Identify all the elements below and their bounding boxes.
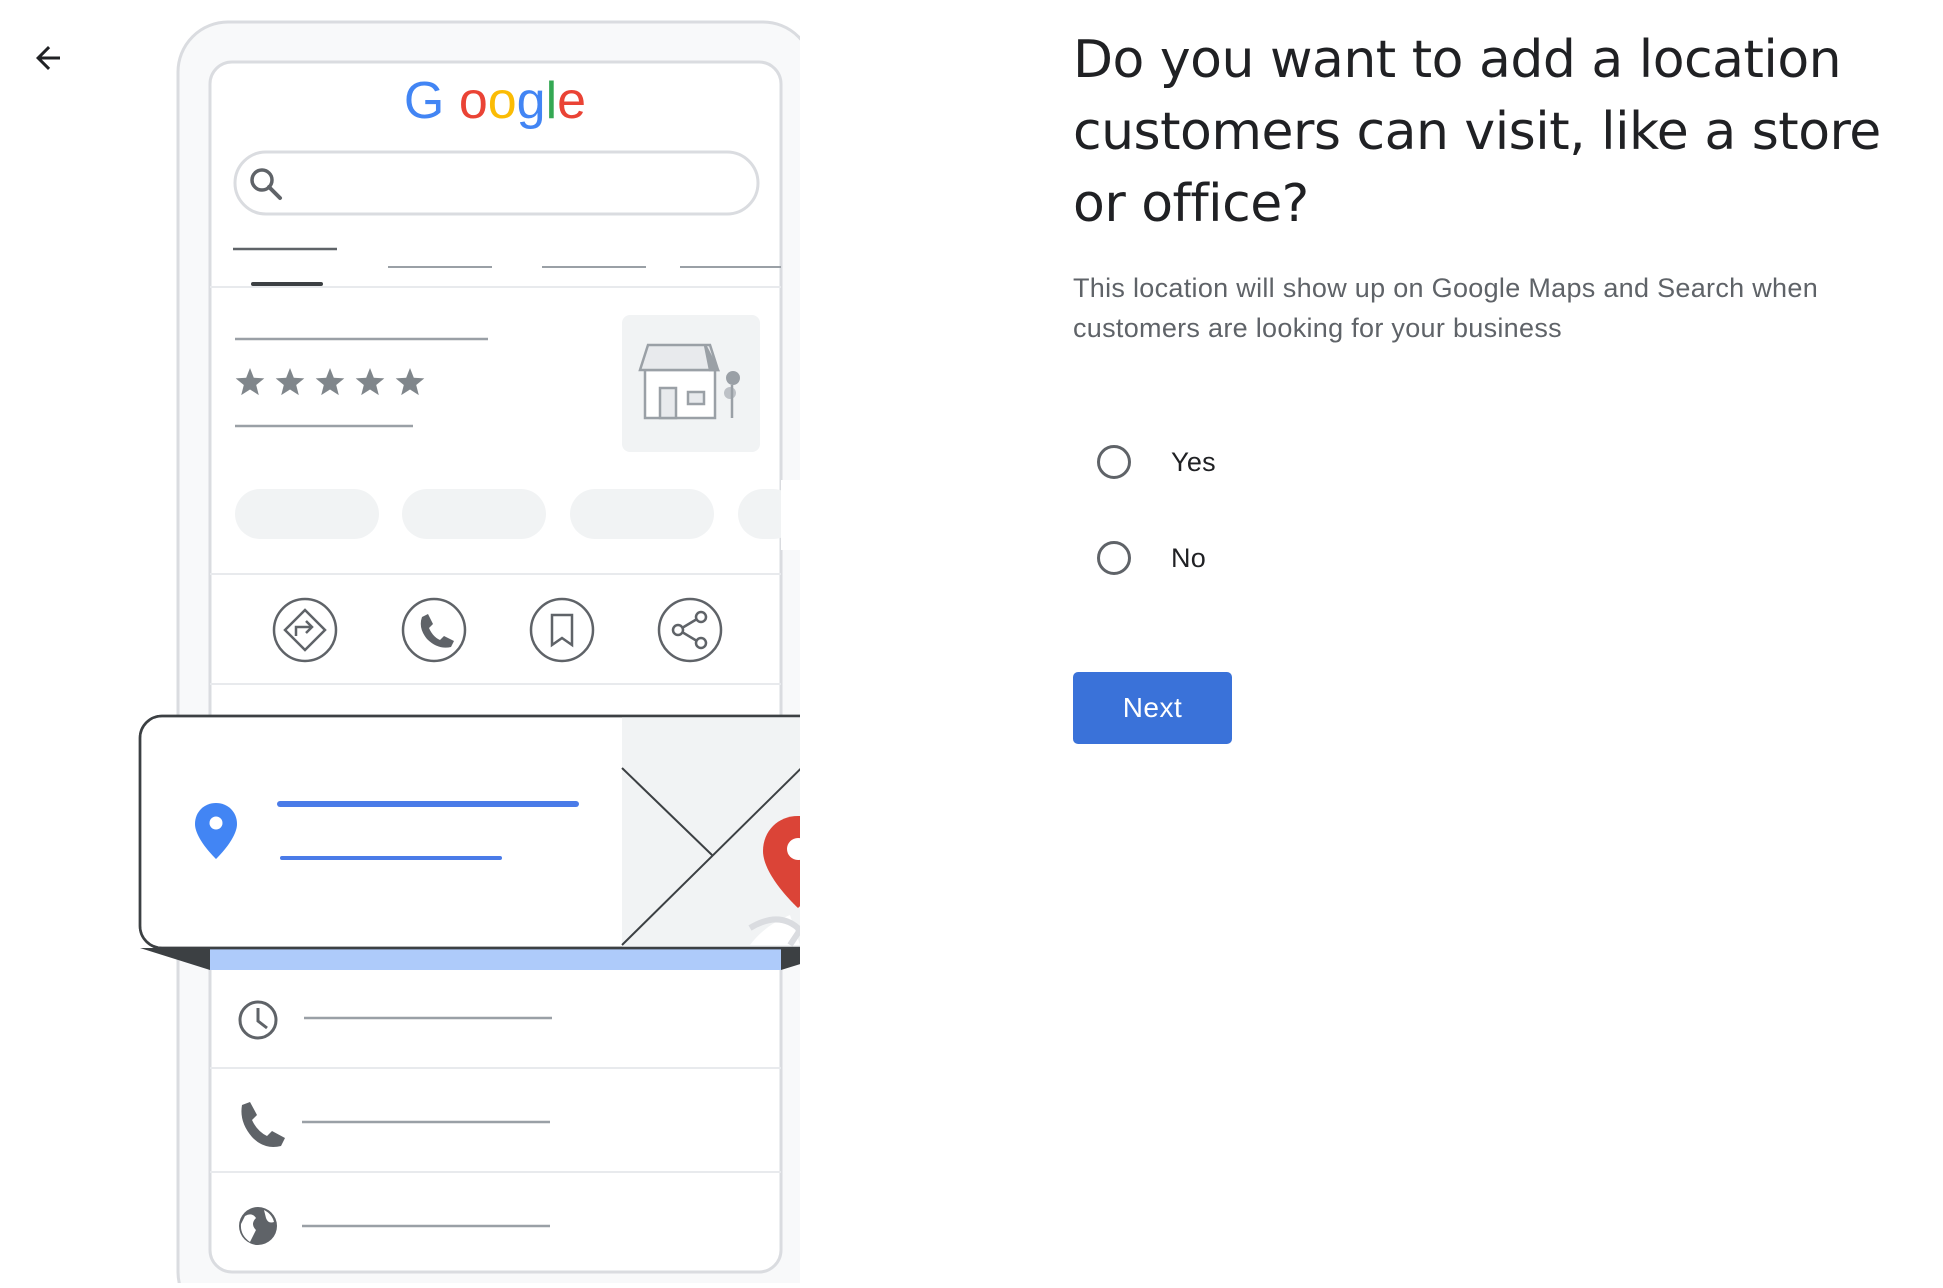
option-yes[interactable]: Yes xyxy=(1097,438,1216,486)
radio-yes[interactable] xyxy=(1097,445,1131,479)
google-logo-letter: o xyxy=(459,72,488,130)
mock-search-bar xyxy=(233,150,760,216)
back-button[interactable] xyxy=(30,40,66,76)
google-logo-letter: e xyxy=(557,72,586,130)
next-button[interactable]: Next xyxy=(1073,672,1232,744)
google-logo-letter: g xyxy=(517,72,546,130)
google-logo-letter: l xyxy=(546,72,558,130)
page-question: Do you want to add a location customers … xyxy=(1073,30,1881,234)
business-profile-illustration: G oogle xyxy=(100,0,854,1288)
address-card xyxy=(138,714,854,970)
globe-icon xyxy=(239,1207,277,1245)
question-description: This location will show up on Google Map… xyxy=(1073,273,1819,343)
option-yes-label: Yes xyxy=(1171,446,1216,477)
option-no-label: No xyxy=(1171,542,1207,573)
arrow-left-icon xyxy=(36,46,60,70)
google-logo-text: G xyxy=(404,72,444,130)
radio-no[interactable] xyxy=(1097,541,1131,575)
google-logo: G oogle xyxy=(404,72,586,130)
google-logo-letter: o xyxy=(488,72,517,130)
option-no[interactable]: No xyxy=(1097,534,1216,582)
location-options: Yes No xyxy=(1097,438,1216,630)
